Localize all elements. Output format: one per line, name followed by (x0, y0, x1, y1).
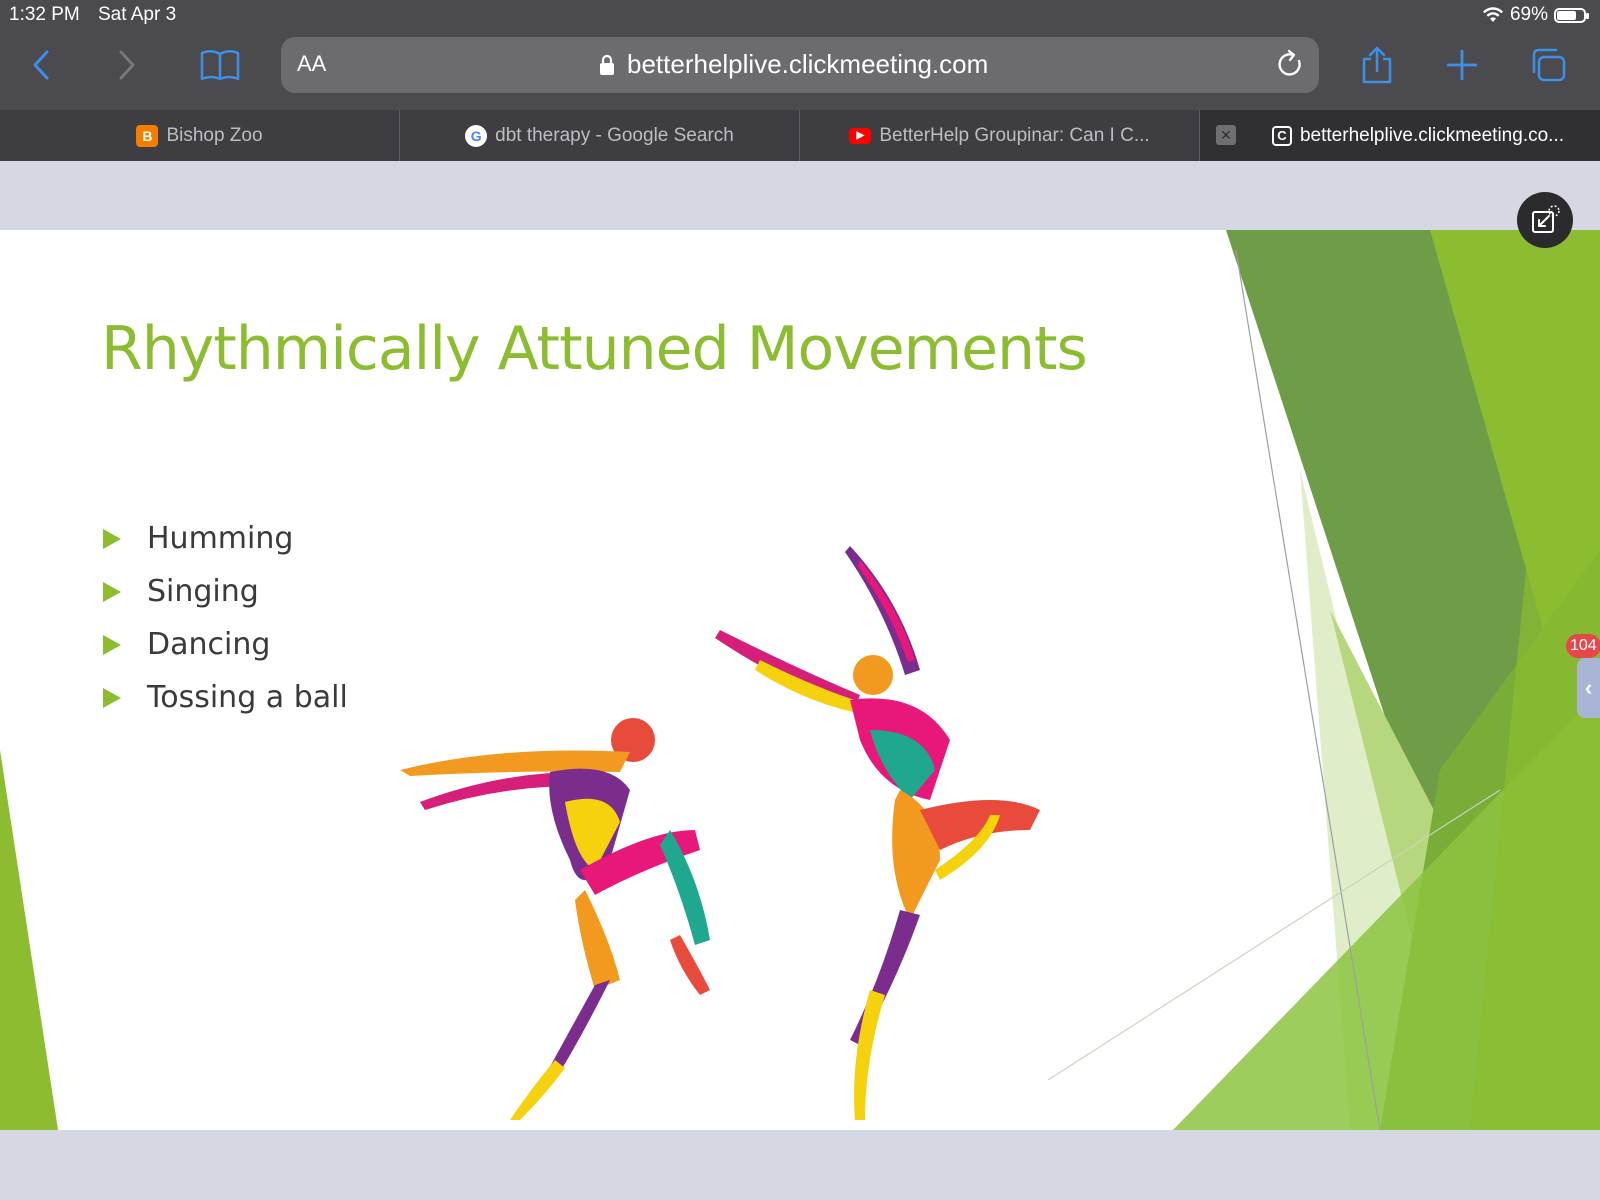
bullet-arrow-icon (103, 581, 121, 602)
bookmarks-button[interactable] (198, 30, 242, 100)
slide-title: Rhythmically Attuned Movements (101, 314, 1088, 384)
bullet-arrow-icon (103, 687, 121, 708)
reader-view-button[interactable]: AA (297, 51, 326, 77)
share-button[interactable] (1360, 30, 1394, 100)
google-icon: G (465, 124, 488, 147)
blogger-icon: B (136, 124, 159, 147)
side-panel-toggle[interactable]: ‹ (1577, 658, 1600, 718)
attendee-count-badge: 104 (1566, 634, 1600, 658)
wifi-icon (1482, 7, 1503, 22)
tab-title: BetterHelp Groupinar: Can I C... (879, 124, 1150, 146)
bullet-item: Dancing (103, 618, 348, 671)
status-date: Sat Apr 3 (98, 4, 177, 25)
plus-icon (1447, 50, 1477, 80)
url-text: betterhelplive.clickmeeting.com (627, 49, 989, 79)
tab-clickmeeting[interactable]: ✕ C betterhelplive.clickmeeting.co... (1200, 110, 1600, 161)
battery-icon (1554, 7, 1589, 23)
c-icon: C (1271, 125, 1292, 146)
share-icon (1362, 46, 1392, 84)
close-tab-icon[interactable]: ✕ (1216, 125, 1236, 145)
battery-percent: 69% (1509, 4, 1548, 25)
dancers-illustration (400, 546, 1040, 1120)
presentation-slide: Rhythmically Attuned Movements Humming S… (0, 230, 1600, 1130)
browser-chrome: 1:32 PM Sat Apr 3 69% AA betterhelplive.… (0, 0, 1600, 161)
bullet-arrow-icon (103, 634, 121, 655)
tab-bishop-zoo[interactable]: B Bishop Zoo (0, 110, 400, 161)
tab-title: dbt therapy - Google Search (495, 124, 734, 146)
back-button[interactable] (26, 30, 56, 100)
tab-bar: B Bishop Zoo G dbt therapy - Google Sear… (0, 110, 1600, 161)
tab-title: Bishop Zoo (166, 124, 263, 146)
book-icon (200, 50, 240, 81)
tab-title: betterhelplive.clickmeeting.co... (1299, 124, 1564, 146)
address-bar[interactable]: AA betterhelplive.clickmeeting.com (281, 37, 1319, 93)
bullet-list: Humming Singing Dancing Tossing a ball (103, 512, 348, 724)
right-dancer (715, 546, 1040, 1120)
left-dancer (400, 718, 710, 1120)
lock-icon (600, 54, 614, 75)
tabs-overview-button[interactable] (1530, 30, 1566, 100)
bullet-item: Tossing a ball (103, 671, 348, 724)
new-tab-button[interactable] (1446, 30, 1478, 100)
tab-betterhelp-groupinar[interactable]: ▶ BetterHelp Groupinar: Can I C... (800, 110, 1200, 161)
reload-icon[interactable] (1275, 49, 1305, 79)
tab-dbt-therapy[interactable]: G dbt therapy - Google Search (400, 110, 800, 161)
fullscreen-button[interactable] (1517, 192, 1573, 248)
chevron-left-icon: ‹ (1584, 675, 1593, 700)
status-time: 1:32 PM (9, 4, 80, 25)
youtube-icon: ▶ (849, 127, 872, 144)
status-bar: 1:32 PM Sat Apr 3 69% (0, 0, 1600, 30)
bullet-item: Singing (103, 565, 348, 618)
tabs-icon (1532, 48, 1566, 82)
status-right: 69% (1482, 4, 1589, 26)
forward-button[interactable] (112, 30, 142, 100)
bullet-item: Humming (103, 512, 348, 565)
expand-icon (1532, 205, 1560, 233)
bullet-arrow-icon (103, 528, 121, 549)
chevron-left-icon (33, 50, 49, 80)
chevron-right-icon (119, 50, 135, 80)
